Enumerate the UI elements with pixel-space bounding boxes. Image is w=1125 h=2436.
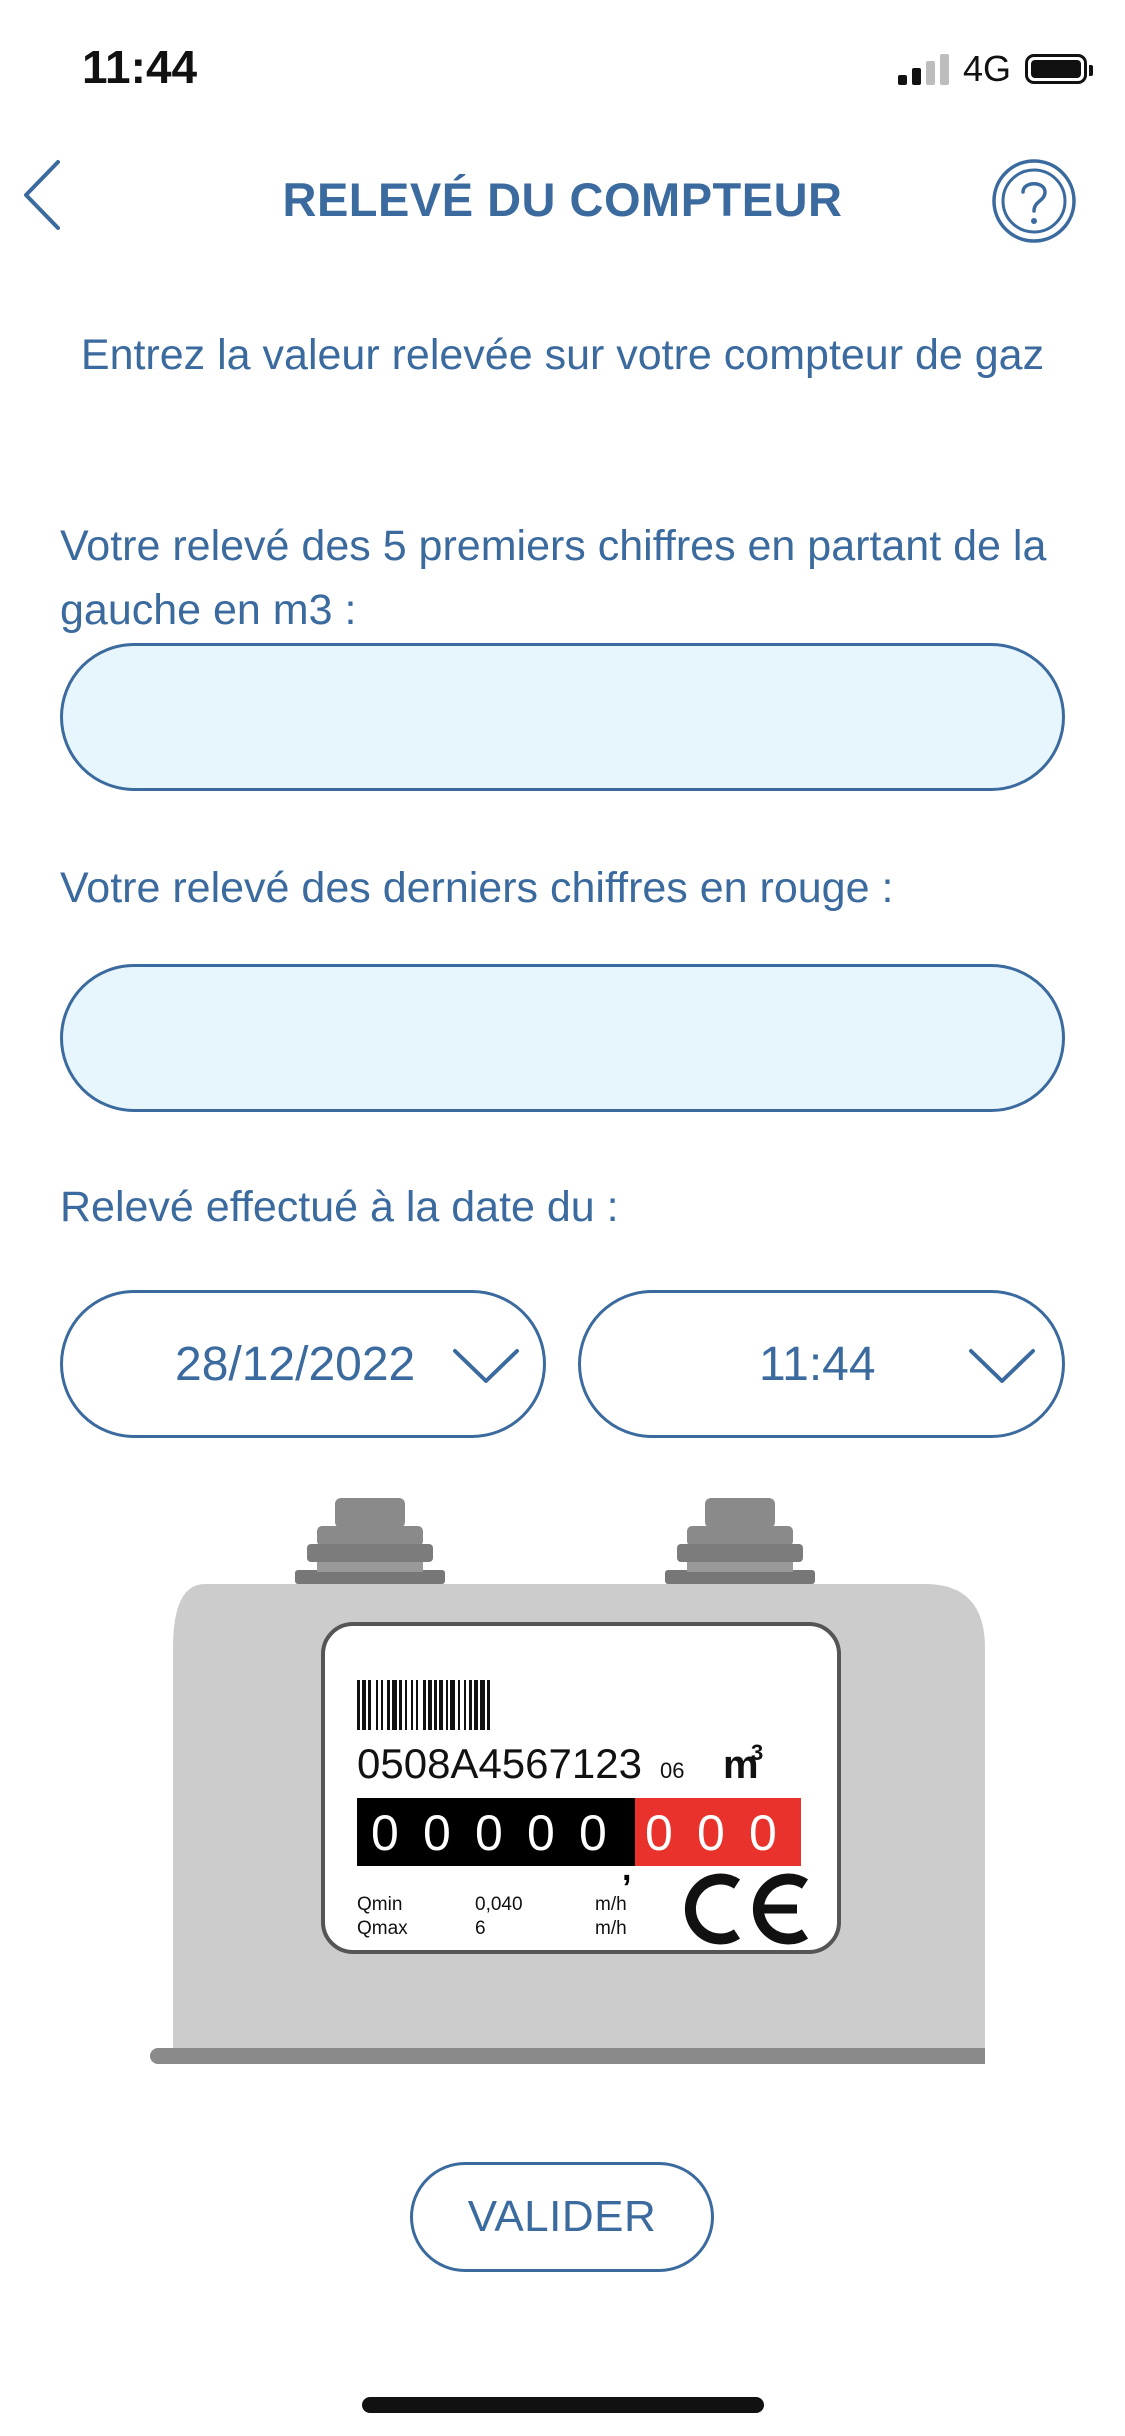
chevron-down-icon — [969, 1349, 1035, 1383]
barcode-bar — [399, 1680, 402, 1730]
home-indicator[interactable] — [362, 2397, 764, 2413]
status-indicators: 4G — [897, 48, 1093, 90]
digit-comma: , — [622, 1850, 631, 1888]
time-select[interactable]: 11:44 — [578, 1290, 1065, 1438]
time-value: 11:44 — [759, 1337, 876, 1391]
barcode-bar — [423, 1680, 426, 1730]
signal-bar — [911, 67, 921, 85]
meter-digit: 0 — [527, 1805, 555, 1861]
date-select[interactable]: 28/12/2022 — [60, 1290, 546, 1438]
help-button[interactable] — [990, 157, 1078, 245]
barcode-bar — [458, 1680, 460, 1730]
instruction-text: Entrez la valeur relevée sur votre compt… — [80, 331, 1045, 379]
signal-bar — [939, 53, 949, 85]
barcode-bar — [416, 1680, 418, 1730]
question-circle-icon — [992, 159, 1076, 243]
first-digits-input[interactable] — [60, 643, 1065, 791]
signal-icon — [897, 53, 949, 85]
qmin-unit: m/h — [595, 1894, 627, 1915]
meter-pipe-left — [295, 1498, 445, 1584]
qmax-label: Qmax — [357, 1918, 408, 1939]
meter-serial-suffix: 06 — [660, 1758, 684, 1783]
meter-pipe-right — [665, 1498, 815, 1584]
date-value: 28/12/2022 — [175, 1337, 416, 1391]
barcode-bar — [480, 1680, 485, 1730]
signal-bar — [925, 60, 935, 85]
meter-digit: 0 — [423, 1805, 451, 1861]
meter-base — [150, 2048, 985, 2064]
meter-digit: 0 — [697, 1805, 725, 1861]
barcode-bar — [469, 1680, 472, 1730]
last-digits-input[interactable] — [60, 964, 1065, 1112]
barcode-icon — [357, 1680, 490, 1730]
barcode-bar — [381, 1680, 383, 1730]
network-type: 4G — [962, 48, 1011, 89]
status-time: 11:44 — [82, 41, 198, 93]
barcode-bar — [464, 1680, 466, 1730]
chevron-down-icon — [453, 1349, 519, 1383]
gas-meter-illustration: 0508A4567123 06 m 3 00000 000 , Qmin 0,0… — [145, 1498, 985, 2064]
barcode-bar — [411, 1680, 413, 1730]
meter-digit: 0 — [645, 1805, 673, 1861]
meter-digit: 0 — [371, 1805, 399, 1861]
barcode-bar — [368, 1680, 371, 1730]
signal-bar — [897, 74, 907, 85]
barcode-bar — [434, 1680, 437, 1730]
meter-digit: 0 — [749, 1805, 777, 1861]
barcode-bar — [487, 1680, 490, 1730]
barcode-bar — [376, 1680, 378, 1730]
ce-mark-text: CE — [145, 1498, 147, 1499]
date-label: Relevé effectué à la date du : — [60, 1183, 619, 1231]
barcode-bar — [362, 1680, 366, 1730]
meter-digit: 0 — [475, 1805, 503, 1861]
first-digits-label: Votre relevé des 5 premiers chiffres en … — [60, 522, 1047, 634]
qmin-label: Qmin — [357, 1894, 402, 1915]
qmax-unit: m/h — [595, 1918, 627, 1939]
barcode-bar — [405, 1680, 407, 1730]
battery-icon — [1025, 54, 1093, 84]
qmax-value: 6 — [475, 1918, 486, 1939]
submit-button[interactable]: VALIDER — [410, 2162, 714, 2272]
barcode-bar — [439, 1680, 443, 1730]
qmin-value: 0,040 — [475, 1894, 523, 1915]
barcode-bar — [450, 1680, 455, 1730]
meter-digit: 0 — [579, 1805, 607, 1861]
meter-unit-exp: 3 — [751, 1740, 763, 1765]
barcode-bar — [446, 1680, 448, 1730]
red-digits: 000 — [645, 1805, 777, 1861]
barcode-bar — [474, 1680, 478, 1730]
barcode-bar — [428, 1680, 432, 1730]
meter-serial: 0508A4567123 — [357, 1740, 642, 1787]
barcode-bar — [392, 1680, 397, 1730]
last-digits-label: Votre relevé des derniers chiffres en ro… — [60, 864, 894, 912]
barcode-bar — [387, 1680, 390, 1730]
page-title: RELEVÉ DU COMPTEUR — [282, 173, 843, 226]
barcode-bar — [357, 1680, 360, 1730]
